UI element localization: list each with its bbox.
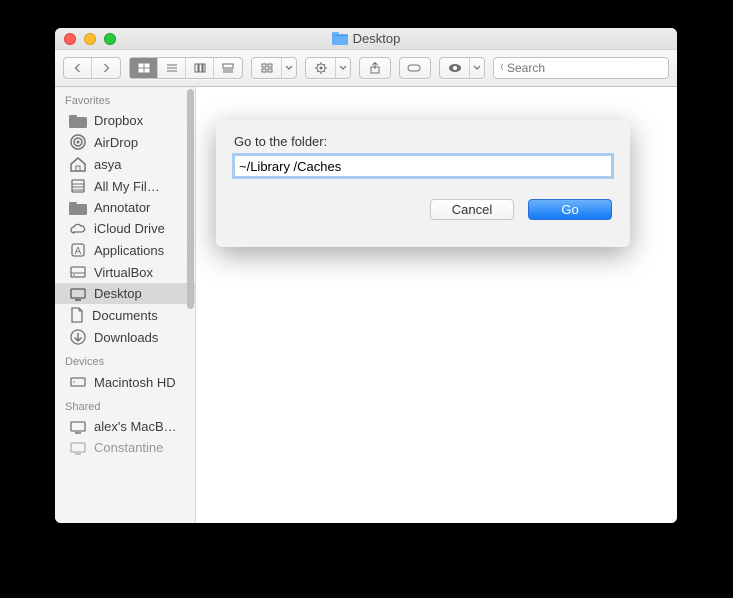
disk-icon — [69, 264, 87, 280]
dialog-label: Go to the folder: — [234, 134, 612, 149]
titlebar: Desktop — [55, 28, 677, 50]
view-columns-button[interactable] — [186, 58, 214, 78]
share-icon — [369, 62, 381, 74]
sidebar-item-applications[interactable]: A Applications — [55, 239, 195, 261]
desktop-icon — [69, 287, 87, 301]
grid-icon — [138, 63, 150, 73]
folder-icon — [332, 32, 348, 45]
view-coverflow-button[interactable] — [214, 58, 242, 78]
view-list-button[interactable] — [158, 58, 186, 78]
sidebar: Favorites Dropbox AirDrop asya All My Fi… — [55, 87, 196, 523]
sidebar-item-label: All My Fil… — [94, 179, 160, 194]
folder-icon — [69, 201, 87, 215]
chevron-down-icon — [339, 65, 347, 71]
minimize-button[interactable] — [84, 33, 96, 45]
go-to-folder-dialog: Go to the folder: Cancel Go — [216, 120, 630, 247]
go-button[interactable]: Go — [528, 199, 612, 220]
button-label: Cancel — [452, 202, 492, 217]
sidebar-item-shared-2[interactable]: Constantine — [55, 437, 195, 458]
sidebar-item-icloud[interactable]: iCloud Drive — [55, 218, 195, 239]
sidebar-item-label: alex's MacB… — [94, 419, 177, 434]
sidebar-item-label: Desktop — [94, 286, 142, 301]
arrange-icon — [261, 63, 273, 73]
section-shared: Shared — [55, 393, 195, 416]
sidebar-item-home[interactable]: asya — [55, 153, 195, 175]
sidebar-item-label: AirDrop — [94, 135, 138, 150]
dialog-buttons: Cancel Go — [234, 199, 612, 220]
tag-icon — [407, 63, 423, 73]
monitor-icon — [69, 441, 87, 455]
app-icon: A — [69, 242, 87, 258]
sidebar-item-label: Constantine — [94, 440, 163, 455]
columns-icon — [194, 63, 206, 73]
airdrop-icon — [69, 134, 87, 150]
sidebar-item-label: VirtualBox — [94, 265, 153, 280]
arrange-button[interactable] — [251, 57, 297, 79]
sidebar-item-desktop[interactable]: Desktop — [55, 283, 195, 304]
sidebar-item-documents[interactable]: Documents — [55, 304, 195, 326]
sidebar-item-shared-1[interactable]: alex's MacB… — [55, 416, 195, 437]
list-icon — [166, 63, 178, 73]
chevron-down-icon — [285, 65, 293, 71]
sidebar-item-label: iCloud Drive — [94, 221, 165, 236]
section-devices: Devices — [55, 348, 195, 371]
sidebar-item-annotator[interactable]: Annotator — [55, 197, 195, 218]
gear-icon — [314, 62, 328, 74]
button-label: Go — [561, 202, 578, 217]
zoom-button[interactable] — [104, 33, 116, 45]
nav-back-forward — [63, 57, 121, 79]
sidebar-item-allfiles[interactable]: All My Fil… — [55, 175, 195, 197]
sidebar-item-label: Macintosh HD — [94, 375, 176, 390]
folder-path-input[interactable] — [234, 155, 612, 177]
view-mode-segment — [129, 57, 243, 79]
chevron-right-icon — [101, 63, 111, 73]
sidebar-item-label: Dropbox — [94, 113, 143, 128]
allfiles-icon — [69, 178, 87, 194]
window-title-text: Desktop — [353, 31, 401, 46]
search-field[interactable] — [493, 57, 669, 79]
window-controls — [55, 33, 116, 45]
home-icon — [69, 156, 87, 172]
section-favorites: Favorites — [55, 87, 195, 110]
cloud-icon — [69, 222, 87, 236]
share-button[interactable] — [359, 57, 391, 79]
sidebar-item-label: asya — [94, 157, 121, 172]
sidebar-item-label: Documents — [92, 308, 158, 323]
sidebar-item-dropbox[interactable]: Dropbox — [55, 110, 195, 131]
cancel-button[interactable]: Cancel — [430, 199, 514, 220]
forward-button[interactable] — [92, 58, 120, 78]
sidebar-item-downloads[interactable]: Downloads — [55, 326, 195, 348]
sidebar-item-virtualbox[interactable]: VirtualBox — [55, 261, 195, 283]
finder-window: Desktop — [55, 28, 677, 523]
toolbar — [55, 50, 677, 87]
quicklook-button[interactable] — [439, 57, 485, 79]
search-input[interactable] — [507, 61, 662, 75]
back-button[interactable] — [64, 58, 92, 78]
sidebar-item-macintosh-hd[interactable]: Macintosh HD — [55, 371, 195, 393]
sidebar-item-label: Downloads — [94, 330, 158, 345]
sidebar-scrollbar[interactable] — [187, 89, 194, 349]
folder-icon — [69, 114, 87, 128]
sidebar-item-airdrop[interactable]: AirDrop — [55, 131, 195, 153]
close-button[interactable] — [64, 33, 76, 45]
svg-text:A: A — [75, 246, 82, 257]
coverflow-icon — [222, 63, 234, 73]
monitor-icon — [69, 420, 87, 434]
search-icon — [500, 62, 503, 74]
chevron-down-icon — [473, 65, 481, 71]
chevron-left-icon — [73, 63, 83, 73]
downloads-icon — [69, 329, 87, 345]
scrollbar-thumb[interactable] — [187, 89, 194, 309]
eye-icon — [448, 63, 462, 73]
sidebar-item-label: Annotator — [94, 200, 150, 215]
action-button[interactable] — [305, 57, 351, 79]
disk-icon — [69, 374, 87, 390]
view-icons-button[interactable] — [130, 58, 158, 78]
tags-button[interactable] — [399, 57, 431, 79]
window-title: Desktop — [55, 31, 677, 46]
sidebar-item-label: Applications — [94, 243, 164, 258]
doc-icon — [69, 307, 85, 323]
